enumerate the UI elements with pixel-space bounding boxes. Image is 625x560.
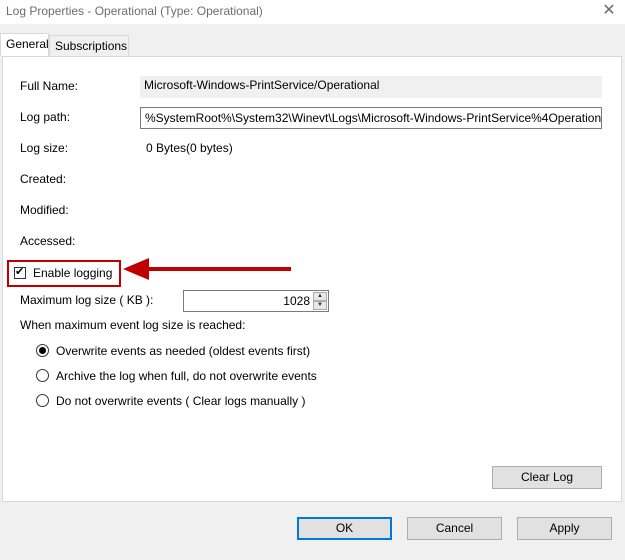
clear-log-button[interactable]: Clear Log [492,466,602,489]
close-icon[interactable]: ✕ [599,1,619,21]
log-path-label: Log path: [20,110,71,124]
max-size-stepper[interactable]: 1028 ▲ ▼ [183,290,329,312]
apply-button[interactable]: Apply [517,517,612,540]
checkmark-icon: ✔ [15,266,25,278]
full-name-value: Microsoft-Windows-PrintService/Operation… [140,76,602,98]
created-label: Created: [20,172,67,186]
accessed-label: Accessed: [20,234,76,248]
max-size-value[interactable]: 1028 [283,294,310,308]
log-size-label: Log size: [20,141,69,155]
window-title: Log Properties - Operational (Type: Oper… [6,4,263,18]
enable-logging-checkbox[interactable]: ✔ [14,266,26,279]
title-bar: Log Properties - Operational (Type: Oper… [0,0,625,24]
modified-label: Modified: [20,203,69,217]
radio-selected-dot [39,347,46,354]
enable-logging-highlight: ✔ Enable logging [7,260,121,287]
radio-overwrite[interactable] [36,344,49,357]
radio-archive[interactable] [36,369,49,382]
max-size-label: Maximum log size ( KB ): [20,293,154,307]
enable-logging-label[interactable]: Enable logging [33,266,112,280]
tab-general[interactable]: General [0,33,49,56]
radio-overwrite-label[interactable]: Overwrite events as needed (oldest event… [56,344,310,358]
radio-archive-label[interactable]: Archive the log when full, do not overwr… [56,369,317,383]
tab-subscriptions[interactable]: Subscriptions [49,35,129,56]
radio-do-not-overwrite-label[interactable]: Do not overwrite events ( Clear logs man… [56,394,305,408]
log-path-field[interactable]: %SystemRoot%\System32\Winevt\Logs\Micros… [140,107,602,129]
cancel-button[interactable]: Cancel [407,517,502,540]
stepper-up-icon[interactable]: ▲ [313,292,327,301]
arrow-left-icon [123,258,291,280]
full-name-label: Full Name: [20,79,79,93]
ok-button[interactable]: OK [297,517,392,540]
general-panel: Full Name: Microsoft-Windows-PrintServic… [2,56,622,502]
stepper-buttons: ▲ ▼ [313,292,327,310]
stepper-down-icon[interactable]: ▼ [313,301,327,310]
radio-do-not-overwrite[interactable] [36,394,49,407]
when-reached-label: When maximum event log size is reached: [20,318,246,332]
log-size-value: 0 Bytes(0 bytes) [146,141,233,155]
